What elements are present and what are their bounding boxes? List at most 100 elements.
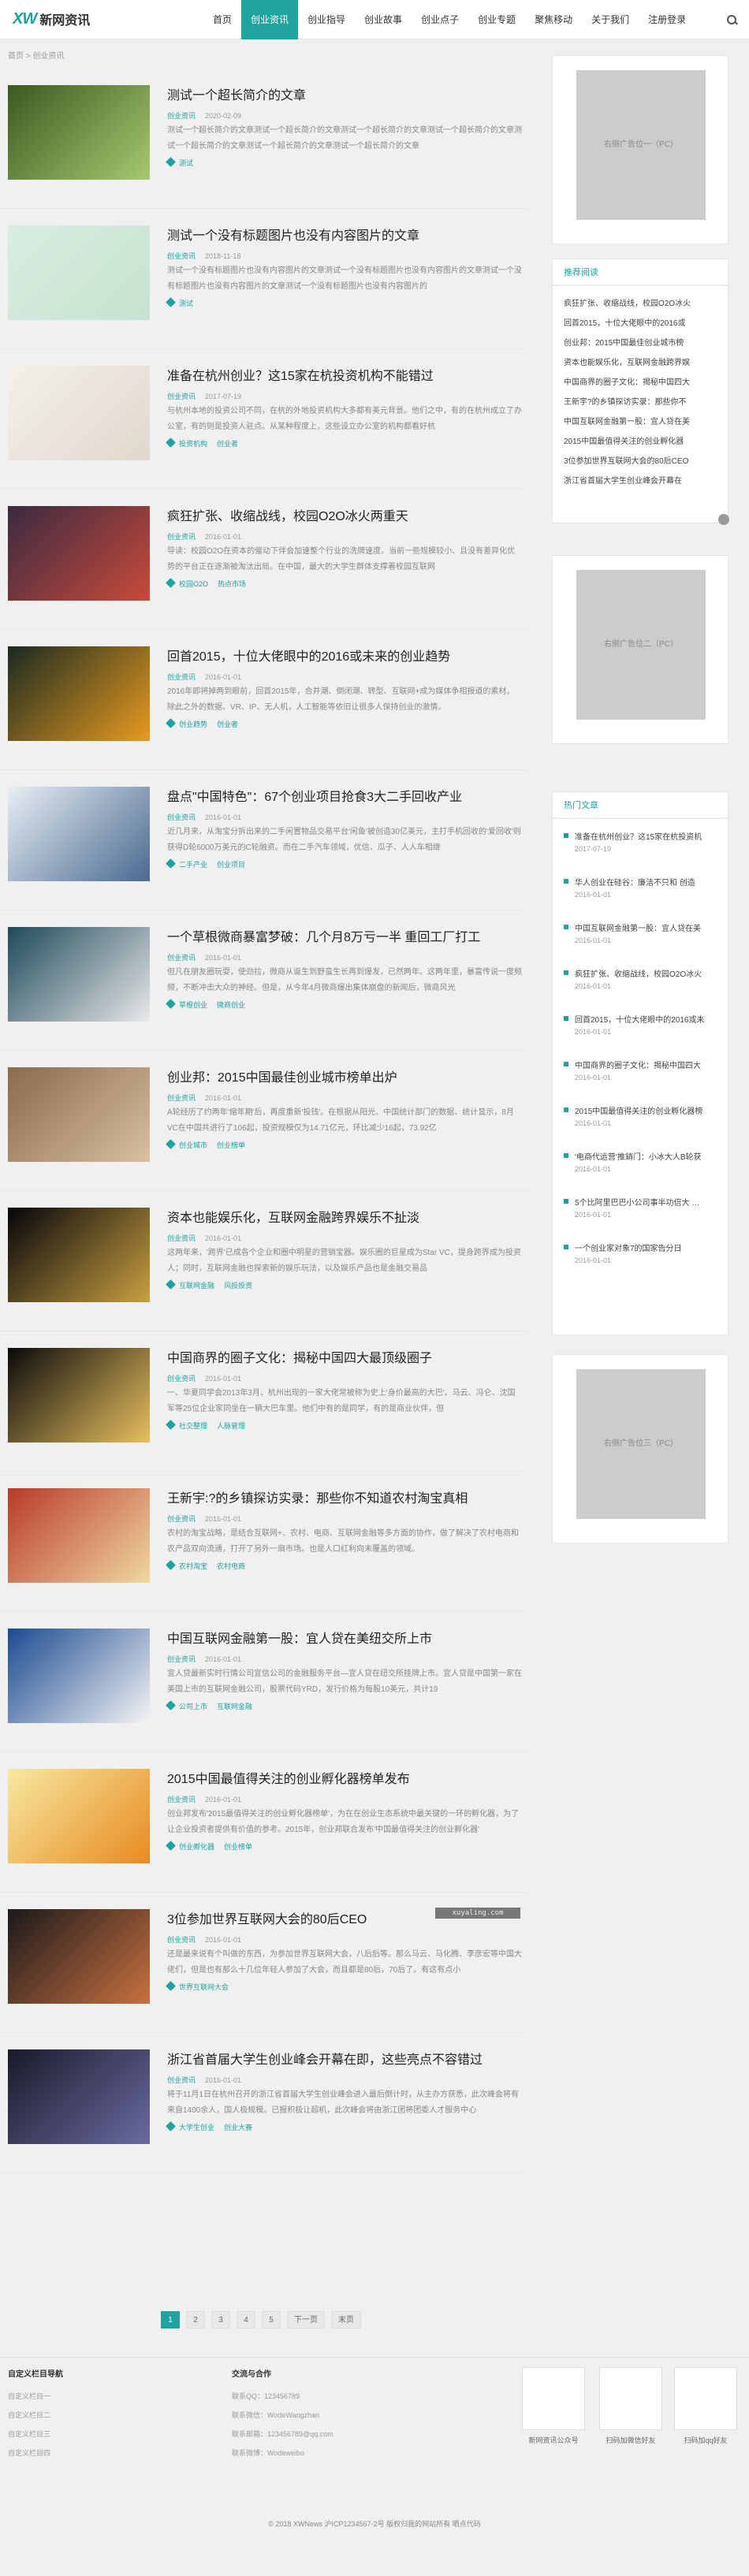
article-tag[interactable]: 测试 (179, 159, 193, 167)
recommended-item[interactable]: 王新宇?的乡镇探访实录：那些你不 (553, 393, 728, 412)
article-category[interactable]: 创业资讯 (167, 1234, 196, 1242)
article-thumbnail[interactable] (8, 1629, 150, 1723)
article-tag[interactable]: 测试 (179, 300, 193, 307)
hot-article-item[interactable]: 中国商界的圈子文化：揭秘中国四大 2016-01-01 (553, 1052, 728, 1098)
article-title[interactable]: 一个草根微商暴富梦破：几个月8万亏一半 重回工厂打工 (167, 929, 522, 947)
nav-item[interactable]: 关于我们 (582, 0, 639, 39)
page-button[interactable]: 2 (186, 2311, 205, 2328)
hot-article-title[interactable]: 疯狂扩张、收缩战线，校园O2O冰火 (575, 961, 720, 979)
article-category[interactable]: 创业资讯 (167, 112, 196, 120)
article-title[interactable]: 中国商界的圈子文化：揭秘中国四大最顶级圈子 (167, 1349, 522, 1368)
nav-item[interactable]: 注册登录 (639, 0, 695, 39)
footer-link[interactable]: 自定义栏目二 (8, 2410, 50, 2420)
hot-article-item[interactable]: '电商代运营'推銷门：小冰大人B轮获 2016-01-01 (553, 1144, 728, 1189)
article-title[interactable]: 2015中国最值得关注的创业孵化器榜单发布 (167, 1770, 522, 1789)
article-item[interactable]: 中国互联网金融第一股：宜人贷在美纽交所上市 创业资讯 2016-01-01 宜人贷最新… (0, 1614, 528, 1752)
article-item[interactable]: 浙江省首届大学生创业峰会开幕在即，这些亮点不容错过 创业资讯 2016-01-01 将… (0, 2035, 528, 2173)
page-button[interactable]: 下一页 (287, 2311, 325, 2328)
article-tag[interactable]: 农村淘宝 (179, 1562, 207, 1570)
hot-article-title[interactable]: 回首2015，十位大佬眼中的2016或未 (575, 1007, 720, 1025)
article-tag[interactable]: 人脉管理 (217, 1422, 245, 1430)
article-tag[interactable]: 风投投资 (224, 1282, 252, 1290)
article-title[interactable]: 盘点"中国特色"：67个创业项目抢食3大二手回收产业 (167, 788, 522, 807)
article-item[interactable]: 中国商界的圈子文化：揭秘中国四大最顶级圈子 创业资讯 2016-01-01 一、华夏同… (0, 1334, 528, 1472)
article-thumbnail[interactable] (8, 1348, 150, 1442)
article-thumbnail[interactable] (8, 1067, 150, 1162)
article-category[interactable]: 创业资讯 (167, 393, 196, 400)
article-category[interactable]: 创业资讯 (167, 252, 196, 260)
hot-article-title[interactable]: 5个比阿里巴巴小公司事半功倍大 … (575, 1189, 720, 1208)
hot-article-item[interactable]: 疯狂扩张、收缩战线，校园O2O冰火 2016-01-01 (553, 961, 728, 1007)
article-tag[interactable]: 创业大赛 (224, 2124, 252, 2131)
article-title[interactable]: 中国互联网金融第一股：宜人贷在美纽交所上市 (167, 1630, 522, 1649)
recommended-item[interactable]: 浙江省首届大学生创业峰会开幕在 (553, 471, 728, 491)
article-tag[interactable]: 校园O2O (179, 580, 208, 588)
article-thumbnail[interactable] (8, 1488, 150, 1583)
article-tag[interactable]: 互联网金融 (179, 1282, 214, 1290)
page-button[interactable]: 3 (211, 2311, 230, 2328)
sidebar-ad-2[interactable]: 右侧广告位二（PC） (552, 555, 729, 744)
article-title[interactable]: 资本也能娱乐化，互联网金融跨界娱乐不扯淡 (167, 1209, 522, 1228)
article-thumbnail[interactable] (8, 787, 150, 881)
article-title[interactable]: 测试一个没有标题图片也没有内容图片的文章 (167, 227, 522, 246)
article-item[interactable]: 测试一个没有标题图片也没有内容图片的文章 创业资讯 2018-11-18 测试一个没有… (0, 211, 528, 349)
article-tag[interactable]: 农村电商 (217, 1562, 245, 1570)
recommended-item[interactable]: 回首2015，十位大佬眼中的2016或 (553, 314, 728, 333)
hot-article-item[interactable]: 5个比阿里巴巴小公司事半功倍大 … 2016-01-01 (553, 1189, 728, 1235)
hot-article-title[interactable]: 中国互联网金融第一股：宜人贷在美 (575, 915, 720, 933)
hot-article-title[interactable]: 中国商界的圈子文化：揭秘中国四大 (575, 1052, 720, 1070)
article-tag[interactable]: 创业孵化器 (179, 1843, 214, 1851)
search-icon[interactable] (725, 13, 738, 26)
hot-article-item[interactable]: 华人创业在硅谷：廉洁不只和 创造 2016-01-01 (553, 869, 728, 915)
article-item[interactable]: 准备在杭州创业？这15家在杭投资机构不能错过 创业资讯 2017-07-19 与杭州本… (0, 352, 528, 490)
recommended-item[interactable]: 3位参加世界互联网大会的80后CEO (553, 452, 728, 471)
hot-article-title[interactable]: 准备在杭州创业？这15家在杭投资机 (575, 824, 720, 842)
article-tag[interactable]: 创业榜单 (217, 1141, 245, 1149)
article-tag[interactable]: 草根创业 (179, 1001, 207, 1009)
article-tag[interactable]: 大学生创业 (179, 2124, 214, 2131)
article-thumbnail[interactable] (8, 1769, 150, 1863)
hot-article-item[interactable]: 回首2015，十位大佬眼中的2016或未 2016-01-01 (553, 1007, 728, 1052)
page-button[interactable]: 5 (262, 2311, 281, 2328)
recommended-item[interactable]: 创业邦：2015中国最佳创业城市榜 (553, 333, 728, 353)
recommended-item[interactable]: 疯狂扩张、收缩战线，校园O2O冰火 (553, 294, 728, 314)
article-tag[interactable]: 二手产业 (179, 861, 207, 869)
nav-item[interactable]: 创业点子 (412, 0, 468, 39)
article-category[interactable]: 创业资讯 (167, 1375, 196, 1383)
site-logo[interactable]: XW 新网资讯 (13, 9, 90, 28)
article-tag[interactable]: 投资机构 (179, 440, 207, 448)
article-thumbnail[interactable] (8, 85, 150, 180)
article-tag[interactable]: 创业榜单 (224, 1843, 252, 1851)
sidebar-ad-3[interactable]: 右侧广告位三（PC） (552, 1354, 729, 1543)
footer-link[interactable]: 自定义栏目三 (8, 2429, 50, 2439)
article-thumbnail[interactable] (8, 1909, 150, 2004)
hot-article-title[interactable]: 2015中国最值得关注的创业孵化器榜 (575, 1098, 720, 1116)
article-item[interactable]: 创业邦：2015中国最佳创业城市榜单出炉 创业资讯 2016-01-01 A轮经历了约… (0, 1053, 528, 1191)
article-item[interactable]: 测试一个超长简介的文章 创业资讯 2020-02-09 测试一个超长简介的文章测试一个… (0, 71, 528, 209)
hot-article-item[interactable]: 中国互联网金融第一股：宜人贷在美 2016-01-01 (553, 915, 728, 961)
article-category[interactable]: 创业资讯 (167, 1094, 196, 1102)
footer-link[interactable]: 自定义栏目四 (8, 2448, 50, 2458)
article-thumbnail[interactable] (8, 927, 150, 1022)
article-title[interactable]: 测试一个超长简介的文章 (167, 87, 522, 106)
hot-article-title[interactable]: 华人创业在硅谷：廉洁不只和 创造 (575, 869, 720, 888)
article-item[interactable]: 疯狂扩张、收缩战线，校园O2O冰火两重天 创业资讯 2016-01-01 导读：校园O… (0, 492, 528, 630)
article-item[interactable]: 王新宇:?的乡镇探访实录：那些你不知道农村淘宝真相 创业资讯 2016-01-01 农… (0, 1474, 528, 1612)
article-category[interactable]: 创业资讯 (167, 2076, 196, 2084)
article-title[interactable]: 创业邦：2015中国最佳创业城市榜单出炉 (167, 1069, 522, 1088)
article-item[interactable]: 回首2015，十位大佬眼中的2016或未来的创业趋势 创业资讯 2016-01-01… (0, 632, 528, 770)
article-tag[interactable]: 世界互联网大会 (179, 1983, 229, 1991)
article-item[interactable]: 资本也能娱乐化，互联网金融跨界娱乐不扯淡 创业资讯 2016-01-01 这两年来，'… (0, 1193, 528, 1331)
article-category[interactable]: 创业资讯 (167, 1515, 196, 1523)
hot-article-title[interactable]: '电商代运营'推銷门：小冰大人B轮获 (575, 1144, 720, 1162)
nav-item[interactable]: 创业资讯 (241, 0, 299, 39)
article-tag[interactable]: 创业趋势 (179, 720, 207, 728)
article-category[interactable]: 创业资讯 (167, 533, 196, 541)
article-tag[interactable]: 创业项目 (217, 861, 245, 869)
article-category[interactable]: 创业资讯 (167, 673, 196, 681)
hot-article-item[interactable]: 一个创业家对象7的国家告分日 2016-01-01 (553, 1235, 728, 1281)
hot-article-item[interactable]: 准备在杭州创业？这15家在杭投资机 2017-07-19 (553, 824, 728, 869)
nav-item[interactable]: 创业故事 (355, 0, 412, 39)
article-tag[interactable]: 微商创业 (217, 1001, 245, 1009)
article-thumbnail[interactable] (8, 2049, 150, 2144)
